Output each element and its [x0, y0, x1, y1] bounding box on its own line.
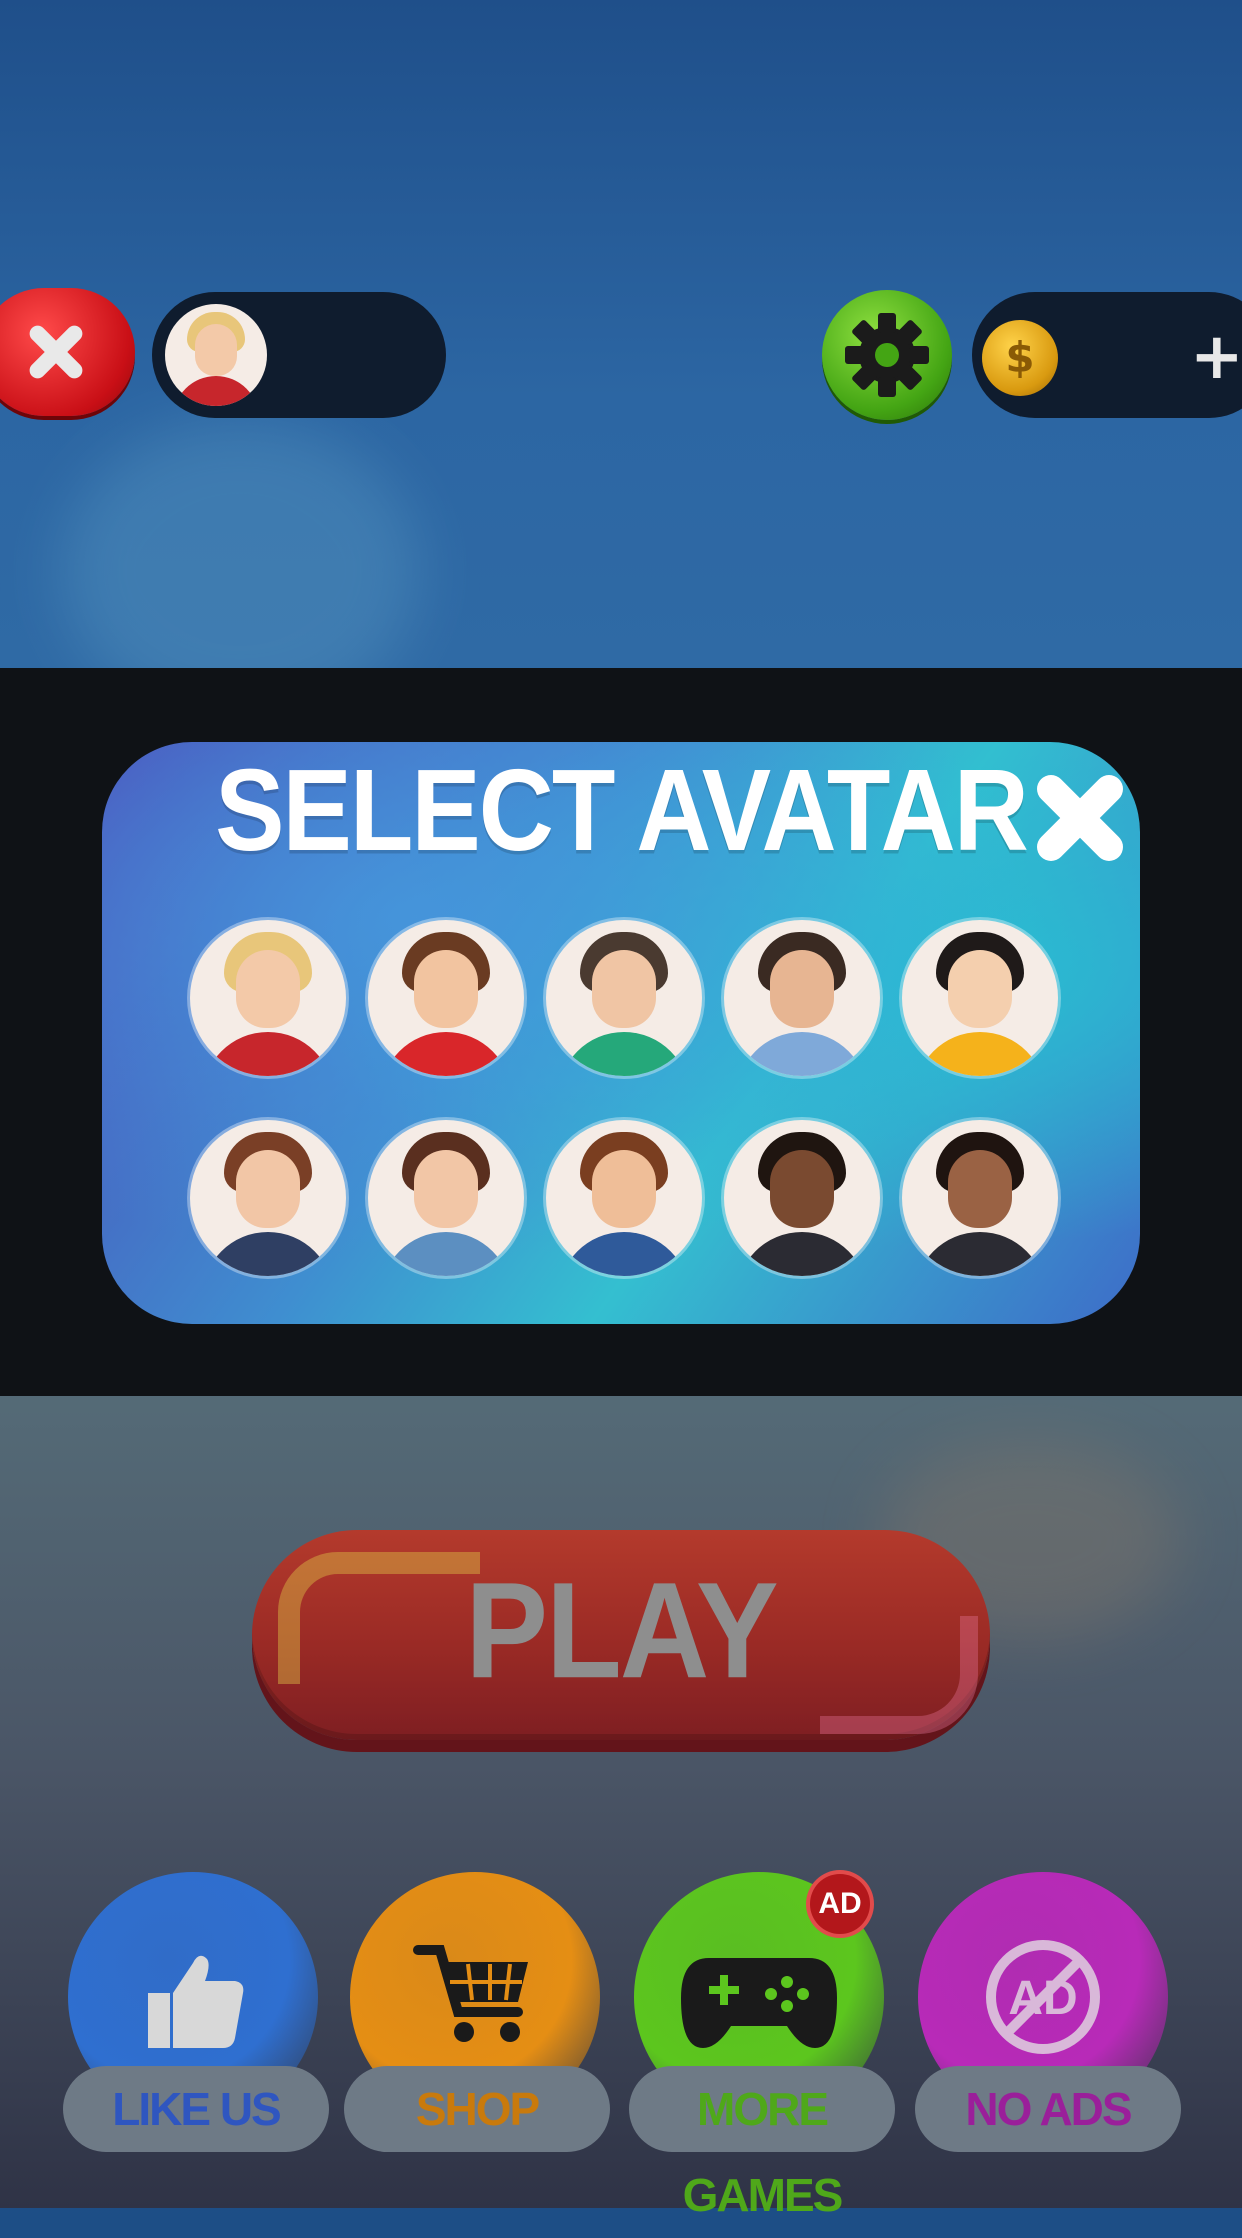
- avatar-face: [948, 1150, 1012, 1228]
- ad-badge: AD: [810, 1874, 870, 1934]
- avatar-body: [202, 1232, 334, 1276]
- avatar-option-brown-hair-boy-hoodie[interactable]: [368, 920, 524, 1076]
- avatar-face: [414, 1150, 478, 1228]
- exit-button[interactable]: [0, 288, 135, 416]
- avatar-option-short-hair-woman-green[interactable]: [546, 920, 702, 1076]
- avatar-face: [592, 1150, 656, 1228]
- modal-title: SELECT AVATAR: [215, 745, 1029, 876]
- more-games-label[interactable]: MORE GAMES: [629, 2066, 895, 2221]
- like-us-label[interactable]: LIKE US: [63, 2066, 329, 2152]
- no-ads-label[interactable]: NO ADS: [915, 2066, 1181, 2152]
- avatar-option-short-hair-woman-dark[interactable]: [902, 1120, 1058, 1276]
- current-avatar[interactable]: [165, 304, 267, 406]
- settings-button[interactable]: [822, 290, 952, 420]
- play-button-label: PLAY: [465, 1555, 778, 1707]
- avatar-face: [195, 324, 237, 376]
- avatar-option-mustache-man[interactable]: [546, 1120, 702, 1276]
- avatar-body: [914, 1032, 1046, 1076]
- avatar-option-long-hair-woman-denim[interactable]: [368, 1120, 524, 1276]
- no-ads-icon-text: AD: [1008, 1972, 1077, 2025]
- avatar-body: [558, 1232, 690, 1276]
- avatar-body: [380, 1032, 512, 1076]
- avatar-body: [558, 1032, 690, 1076]
- avatar-option-businessman-glasses[interactable]: [724, 1120, 880, 1276]
- avatar-face: [414, 950, 478, 1028]
- avatar-body: [736, 1032, 868, 1076]
- avatar-option-bearded-man-blue[interactable]: [724, 920, 880, 1076]
- avatar-option-long-hair-woman-striped[interactable]: [190, 1120, 346, 1276]
- avatar-face: [592, 950, 656, 1028]
- gamepad-icon: [634, 1932, 884, 2085]
- avatar-body: [173, 376, 259, 406]
- gear-icon: [845, 313, 929, 397]
- avatar-body: [736, 1232, 868, 1276]
- coin-icon: $: [982, 320, 1058, 396]
- avatar-body: [202, 1032, 334, 1076]
- avatar-face: [236, 1150, 300, 1228]
- modal-close-button[interactable]: [1030, 768, 1130, 868]
- avatar-face: [770, 1150, 834, 1228]
- avatar-option-black-hair-man-yellow[interactable]: [902, 920, 1058, 1076]
- shop-label[interactable]: SHOP: [344, 2066, 610, 2152]
- avatar-body: [380, 1232, 512, 1276]
- avatar-body: [914, 1232, 1046, 1276]
- avatar-grid: [190, 920, 1058, 1280]
- thumbs-up-icon: [68, 1932, 318, 2085]
- add-coins-button[interactable]: +: [1190, 322, 1242, 392]
- avatar-option-blonde-glasses-woman[interactable]: [190, 920, 346, 1076]
- avatar-face: [236, 950, 300, 1028]
- avatar-face: [948, 950, 1012, 1028]
- avatar-face: [770, 950, 834, 1028]
